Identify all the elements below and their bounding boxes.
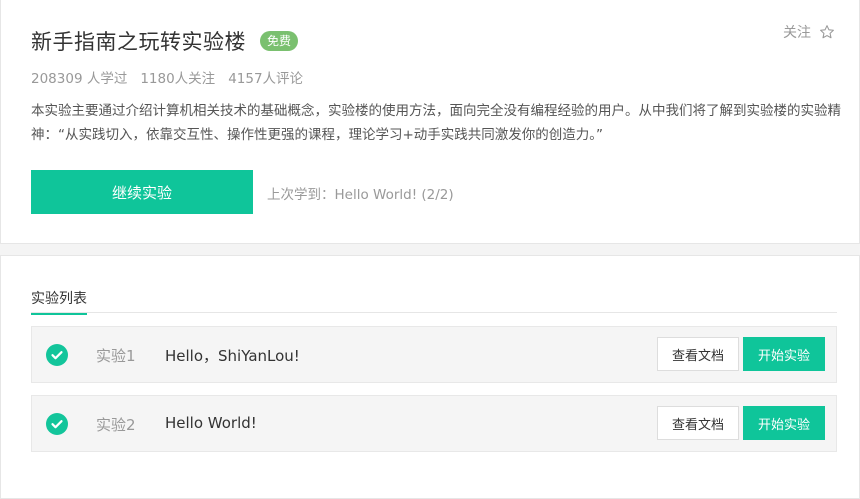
check-circle-icon (46, 344, 68, 366)
followers-count: 1180人关注 (140, 71, 216, 87)
free-badge: 免费 (260, 31, 299, 51)
course-stats: 208309 人学过 1180人关注 4157人评论 (31, 67, 303, 87)
learners-count: 208309 人学过 (31, 71, 128, 87)
star-icon (820, 25, 834, 39)
lab-name: Hello World! (165, 414, 257, 432)
course-description: 本实验主要通过介绍计算机相关技术的基础概念，实验楼的使用方法，面向完全没有编程经… (31, 103, 841, 143)
course-header-card: 新手指南之玩转实验楼 免费 关注 208309 人学过 1180人关注 4157… (0, 0, 860, 244)
view-doc-button[interactable]: 查看文档 (657, 337, 739, 371)
start-lab-button[interactable]: 开始实验 (743, 406, 825, 440)
lab-number: 实验1 (96, 347, 136, 365)
lab-list-card: 实验列表 实验1 Hello，ShiYanLou! 查看文档 开始实验 实验2 … (0, 255, 860, 499)
check-circle-icon (46, 413, 68, 435)
title-row: 新手指南之玩转实验楼 免费 (31, 26, 299, 56)
course-title: 新手指南之玩转实验楼 (31, 30, 246, 54)
divider (31, 312, 837, 313)
lab-row: 实验1 Hello，ShiYanLou! 查看文档 开始实验 (31, 326, 837, 383)
comments-count: 4157人评论 (228, 71, 304, 87)
follow-label: 关注 (783, 25, 811, 41)
lab-list-tab[interactable]: 实验列表 (31, 288, 87, 315)
view-doc-button[interactable]: 查看文档 (657, 406, 739, 440)
last-learned-text: 上次学到：Hello World! (2/2) (267, 187, 454, 203)
continue-lab-button[interactable]: 继续实验 (31, 170, 253, 214)
lab-number: 实验2 (96, 416, 136, 434)
start-lab-button[interactable]: 开始实验 (743, 337, 825, 371)
lab-row: 实验2 Hello World! 查看文档 开始实验 (31, 395, 837, 452)
lab-name: Hello，ShiYanLou! (165, 347, 300, 365)
follow-button[interactable]: 关注 (783, 22, 835, 42)
